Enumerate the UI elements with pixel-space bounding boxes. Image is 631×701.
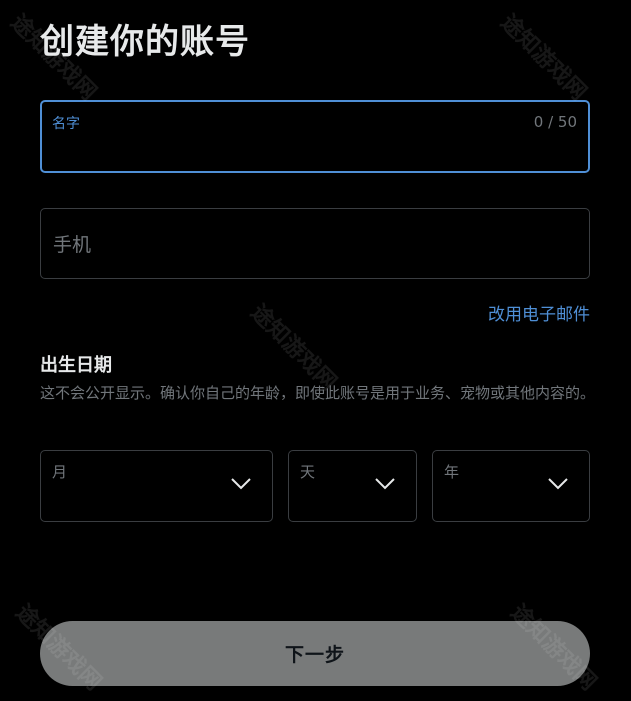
day-select-label: 天 — [300, 463, 316, 481]
watermark: 途知游戏网 — [495, 10, 591, 106]
next-button[interactable]: 下一步 — [40, 621, 590, 686]
use-email-link[interactable]: 改用电子邮件 — [488, 300, 590, 325]
chevron-down-icon — [231, 478, 251, 490]
year-select[interactable]: 年 — [432, 450, 590, 522]
year-select-label: 年 — [444, 463, 460, 481]
phone-input[interactable] — [51, 229, 579, 261]
month-select-label: 月 — [52, 463, 68, 481]
watermark: 途知游戏网 — [245, 300, 341, 396]
dob-description: 这不会公开显示。确认你自己的年龄，即使此账号是用于业务、宠物或其他内容的。 — [40, 384, 596, 402]
name-input[interactable] — [52, 138, 578, 166]
chevron-down-icon — [548, 478, 568, 490]
page-title: 创建你的账号 — [40, 22, 250, 62]
name-field[interactable]: 名字 0 / 50 — [40, 100, 590, 173]
dob-heading: 出生日期 — [40, 355, 112, 376]
name-char-counter: 0 / 50 — [533, 113, 577, 131]
name-field-label: 名字 — [52, 116, 80, 132]
chevron-down-icon — [375, 478, 395, 490]
month-select[interactable]: 月 — [40, 450, 273, 522]
phone-field[interactable] — [40, 208, 590, 279]
day-select[interactable]: 天 — [288, 450, 417, 522]
